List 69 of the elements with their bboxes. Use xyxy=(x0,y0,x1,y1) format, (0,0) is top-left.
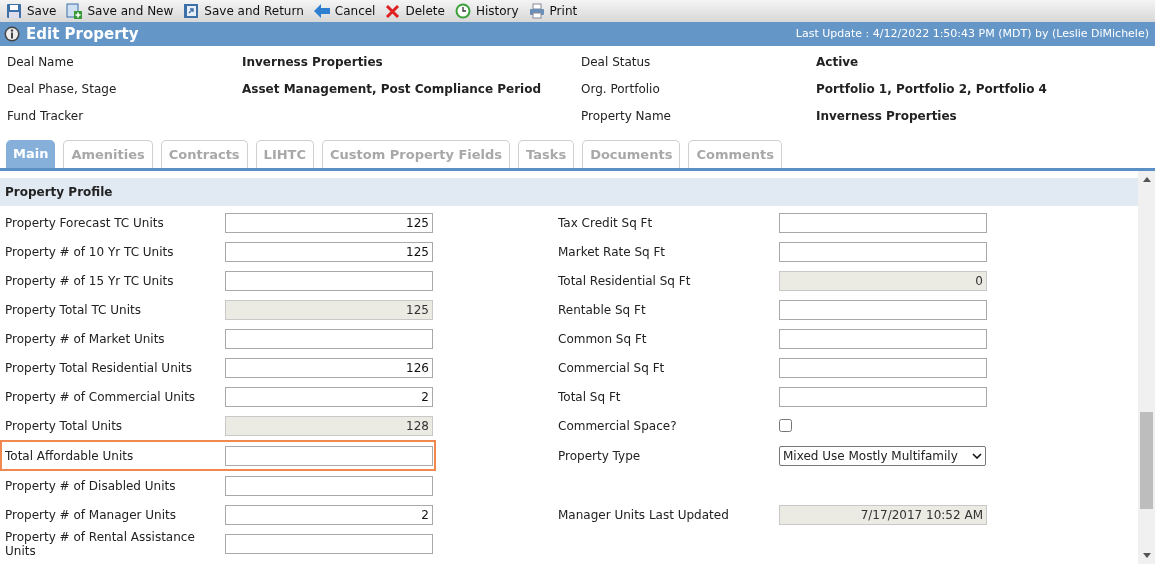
field-label: Tax Credit Sq Ft xyxy=(558,215,653,230)
field-value: Inverness Properties xyxy=(242,53,383,71)
field-value: Inverness Properties xyxy=(816,107,957,125)
clock-icon xyxy=(454,3,471,19)
input-field[interactable]: 2 xyxy=(225,504,433,525)
left-arrow-icon xyxy=(313,4,330,18)
input-field[interactable]: 2 xyxy=(225,386,433,407)
toolbar-button[interactable]: Print xyxy=(524,1,582,21)
field-label: Property Total TC Units xyxy=(5,302,141,317)
field-label: Total Residential Sq Ft xyxy=(558,273,691,288)
printer-icon xyxy=(528,3,545,19)
last-update-text: Last Update : 4/12/2022 1:50:43 PM (MDT) by (Leslie DiMichele) xyxy=(795,25,1150,42)
field-label: Property Total Units xyxy=(5,418,123,433)
field-label: Rentable Sq Ft xyxy=(558,302,646,317)
field-label: Deal Phase, Stage xyxy=(7,80,117,98)
field-label: Property Type xyxy=(558,448,641,463)
field-label: Deal Name xyxy=(7,53,74,71)
input-field[interactable] xyxy=(779,386,987,407)
field-label: Property # of Rental Assistance Units xyxy=(5,529,196,558)
input-field[interactable]: 125 xyxy=(225,212,433,233)
toolbar-button[interactable]: Save and Return xyxy=(179,1,308,21)
field-value: Portfolio 1, Portfolio 2, Portfolio 4 xyxy=(816,80,1047,98)
toolbar-button[interactable]: Delete xyxy=(381,1,449,21)
input-field[interactable] xyxy=(225,270,433,291)
field-label: Manager Units Last Updated xyxy=(558,507,729,522)
info-icon xyxy=(4,26,20,42)
toolbar-button[interactable]: Save and New xyxy=(62,1,178,21)
field-label: Market Rate Sq Ft xyxy=(558,244,666,259)
scroll-up-icon[interactable] xyxy=(1142,177,1151,182)
field-label: Property Forecast TC Units xyxy=(5,215,164,230)
chevron-down-icon xyxy=(972,452,982,459)
field-label: Property # of Commercial Units xyxy=(5,389,196,404)
field-label: Property # of 10 Yr TC Units xyxy=(5,244,174,259)
field-label: Property # of Manager Units xyxy=(5,507,176,522)
input-field[interactable] xyxy=(225,445,433,466)
field-label: Fund Tracker xyxy=(7,107,84,125)
field-label: Total Sq Ft xyxy=(558,389,621,404)
scroll-thumb[interactable] xyxy=(1140,412,1153,509)
field-label: Commercial Sq Ft xyxy=(558,360,665,375)
field-label: Property Total Residential Units xyxy=(5,360,193,375)
input-field[interactable] xyxy=(779,357,987,378)
field-label: Property # of Disabled Units xyxy=(5,478,176,493)
input-field[interactable]: 126 xyxy=(225,357,433,378)
field-value: Active xyxy=(816,53,859,71)
field-label: Commercial Space? xyxy=(558,418,677,433)
section-title: Property Profile xyxy=(5,184,113,201)
input-field[interactable] xyxy=(225,475,433,496)
field-label: Org. Portfolio xyxy=(581,80,660,98)
field-label: Total Affordable Units xyxy=(5,448,134,463)
toolbar-button[interactable]: History xyxy=(450,1,523,21)
field-label: Deal Status xyxy=(581,53,651,71)
scroll-down-icon[interactable] xyxy=(1142,553,1151,558)
toolbar-button[interactable]: Cancel xyxy=(309,1,380,21)
input-field[interactable] xyxy=(225,328,433,349)
input-field[interactable] xyxy=(779,212,987,233)
page-title: Edit Property xyxy=(26,23,139,45)
input-field[interactable] xyxy=(779,328,987,349)
document-plus-icon xyxy=(66,3,83,19)
field-label: Common Sq Ft xyxy=(558,331,647,346)
dropdown[interactable]: Mixed Use Mostly Multifamily xyxy=(779,445,986,466)
field-label: Property # of 15 Yr TC Units xyxy=(5,273,174,288)
field-label: Property Name xyxy=(581,107,671,125)
x-icon xyxy=(385,3,401,19)
toolbar-button[interactable]: Save xyxy=(2,1,61,21)
field-value: Asset Management, Post Compliance Period xyxy=(242,80,542,98)
field-label: Property # of Market Units xyxy=(5,331,165,346)
input-field[interactable] xyxy=(225,533,433,554)
input-field[interactable]: 125 xyxy=(225,241,433,262)
input-field[interactable] xyxy=(779,241,987,262)
